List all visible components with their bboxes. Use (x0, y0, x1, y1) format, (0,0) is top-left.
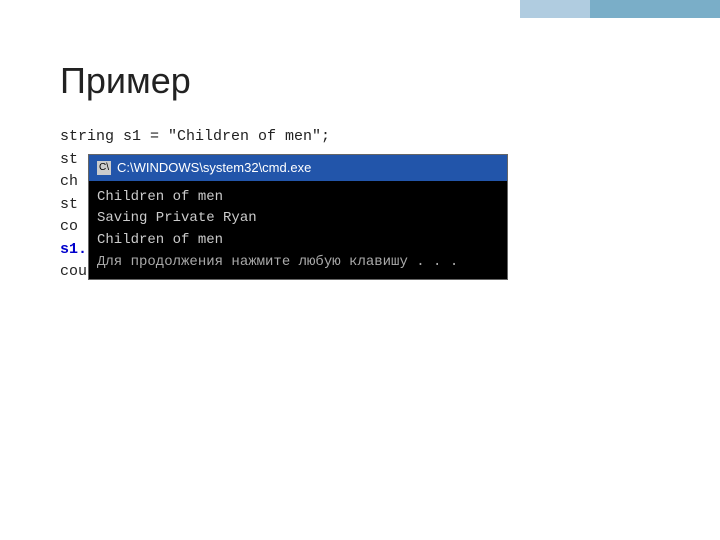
code-block: string s1 = "Children of men"; string s2… (60, 126, 680, 284)
main-content: Пример string s1 = "Children of men"; st… (60, 60, 680, 284)
cmd-title-text: C:\WINDOWS\system32\cmd.exe (117, 158, 311, 178)
cmd-line-4: Для продолжения нажмите любую клавишу . … (97, 252, 499, 274)
code-line-1: string s1 = "Children of men"; (60, 126, 680, 149)
cmd-icon: C\ (97, 161, 111, 175)
cmd-body: Children of men Saving Private Ryan Chil… (89, 181, 507, 280)
top-decorative-bar (520, 0, 720, 18)
cmd-line-3: Children of men (97, 230, 499, 252)
cmd-line-1: Children of men (97, 187, 499, 209)
cmd-titlebar: C\ C:\WINDOWS\system32\cmd.exe (89, 155, 507, 181)
cmd-window: C\ C:\WINDOWS\system32\cmd.exe Children … (88, 154, 508, 280)
top-decorative-bar-inner (590, 0, 720, 18)
page-title: Пример (60, 60, 680, 102)
cmd-line-2: Saving Private Ryan (97, 208, 499, 230)
